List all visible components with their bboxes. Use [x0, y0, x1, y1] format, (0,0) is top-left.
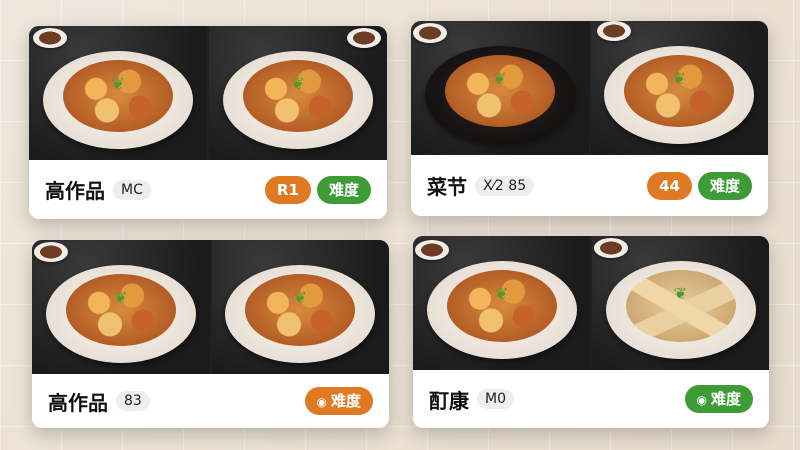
recipe-tag: M0 [477, 389, 514, 409]
recipe-card-3[interactable]: ❦ ❦ 高作品 83 ◉ 难度 [32, 240, 389, 428]
difficulty-label: 难度 [330, 392, 361, 410]
difficulty-label: 难度 [710, 390, 741, 408]
pasta-dish [446, 269, 557, 342]
food-photo: ❦ [411, 21, 589, 155]
food-photo: ❦ [32, 240, 210, 374]
recipe-title: 菜节 [427, 175, 467, 199]
side-bowl [33, 28, 67, 48]
score-badge[interactable]: R1 [264, 175, 311, 204]
card-1-photos: ❦ ❦ [29, 26, 387, 160]
card-3-photos: ❦ ❦ [32, 240, 389, 374]
recipe-title: 高作品 [45, 179, 105, 203]
side-bowl [415, 240, 449, 260]
recipe-tag: 83 [116, 391, 150, 411]
pasta-dish [65, 273, 176, 346]
basil-garnish-icon: ❦ [493, 68, 507, 88]
score-badge[interactable]: 44 [647, 171, 692, 200]
basil-garnish-icon: ❦ [494, 283, 509, 303]
basil-garnish-icon: ❦ [293, 287, 307, 307]
sauce-bowl [596, 21, 631, 41]
difficulty-badge[interactable]: 难度 [316, 175, 371, 204]
recipe-tag: MC [113, 179, 151, 200]
recipe-card-4[interactable]: ❦ ❦ 酊康 M0 ◉ 难度 [413, 236, 769, 428]
card-2-footer: 菜节 X⁄2 85 44 难度 [411, 155, 768, 216]
recipe-tag: X⁄2 85 [475, 175, 535, 196]
card-4-photos: ❦ ❦ [413, 236, 769, 370]
basil-garnish-icon: ❦ [672, 68, 686, 88]
pasta-dish [624, 54, 735, 127]
recipe-title: 酊康 [429, 388, 469, 413]
side-bowl [34, 242, 68, 262]
basil-garnish-icon: ❦ [291, 73, 305, 93]
card-3-footer: 高作品 83 ◉ 难度 [32, 374, 389, 428]
side-bowl [413, 23, 447, 43]
food-photo: ❦ [29, 26, 207, 160]
difficulty-badge[interactable]: ◉ 难度 [304, 387, 373, 415]
recipe-card-1[interactable]: ❦ ❦ 高作品 MC R1 难度 [29, 26, 387, 219]
food-photo: ❦ [211, 240, 389, 374]
difficulty-badge[interactable]: ◉ 难度 [684, 385, 753, 413]
difficulty-badge[interactable]: 难度 [697, 171, 752, 200]
card-2-photos: ❦ ❦ [411, 21, 768, 155]
pasta-dish [245, 273, 356, 346]
side-bowl [594, 238, 628, 258]
recipe-card-2[interactable]: ❦ ❦ 菜节 X⁄2 85 44 难度 [411, 21, 768, 216]
dish-icon: ◉ [696, 393, 707, 407]
basil-garnish-icon: ❦ [111, 73, 125, 93]
food-photo: ❦ [209, 26, 387, 160]
side-bowl [347, 28, 381, 48]
basil-garnish-icon: ❦ [673, 283, 688, 303]
card-1-footer: 高作品 MC R1 难度 [29, 160, 387, 219]
pasta-dish [63, 59, 173, 132]
recipe-title: 高作品 [48, 390, 108, 415]
basil-garnish-icon: ❦ [114, 287, 128, 307]
pasta-dish [444, 54, 555, 127]
pasta-dish [243, 59, 353, 132]
food-photo: ❦ [590, 21, 768, 155]
dish-icon: ◉ [316, 395, 327, 409]
chips-dish [625, 269, 736, 342]
food-photo: ❦ [413, 236, 590, 370]
food-photo: ❦ [592, 236, 769, 370]
card-4-footer: 酊康 M0 ◉ 难度 [413, 370, 769, 428]
